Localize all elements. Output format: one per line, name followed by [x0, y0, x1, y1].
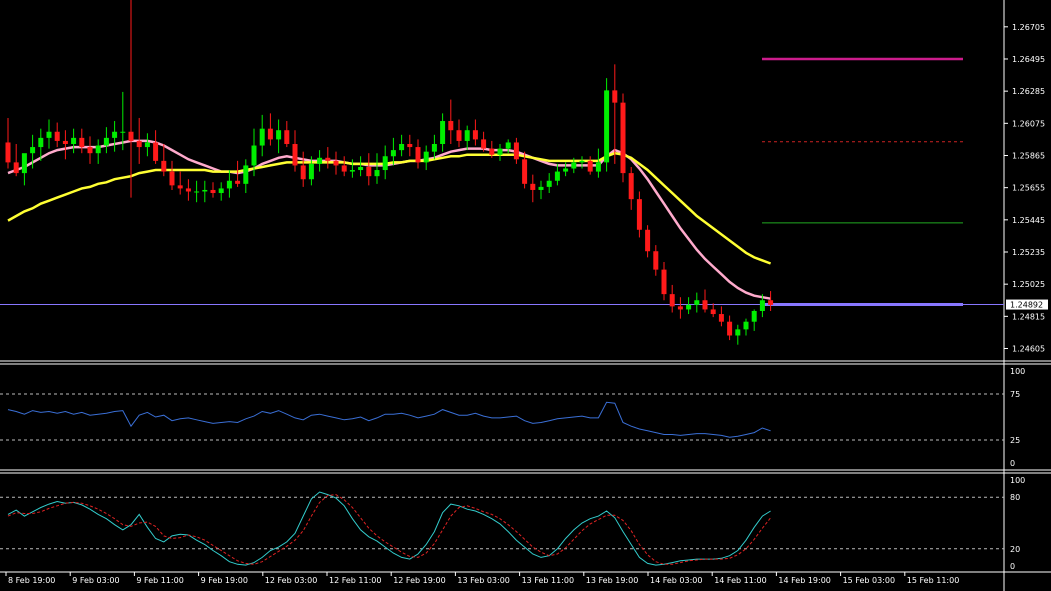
- price-tick-label: 1.25025: [1012, 280, 1045, 289]
- time-tick-label: 15 Feb 03:00: [843, 576, 895, 585]
- price-tick-label: 1.24605: [1012, 345, 1045, 354]
- current-price-label: 1.24892: [1010, 301, 1043, 310]
- price-tick-label: 1.25445: [1012, 216, 1045, 225]
- time-tick-label: 14 Feb 19:00: [778, 576, 830, 585]
- time-tick-label: 12 Feb 03:00: [265, 576, 317, 585]
- price-tick-label: 1.26495: [1012, 55, 1045, 64]
- osc1-tick-label: 0: [1010, 459, 1015, 468]
- time-tick-label: 9 Feb 11:00: [136, 576, 183, 585]
- price-tick-label: 1.25655: [1012, 184, 1045, 193]
- osc2-tick-label: 80: [1010, 493, 1020, 502]
- current-price-marker: 1.24892: [1006, 299, 1048, 310]
- time-tick-label: 13 Feb 19:00: [586, 576, 638, 585]
- chart-background: [0, 0, 1051, 591]
- time-tick-label: 14 Feb 11:00: [714, 576, 766, 585]
- time-tick-label: 12 Feb 11:00: [329, 576, 381, 585]
- price-tick-label: 1.25235: [1012, 248, 1045, 257]
- price-tick-label: 1.26075: [1012, 119, 1045, 128]
- time-tick-label: 12 Feb 19:00: [393, 576, 445, 585]
- osc2-tick-label: 100: [1010, 476, 1025, 485]
- price-tick-label: 1.25865: [1012, 151, 1045, 160]
- osc1-tick-label: 75: [1010, 390, 1020, 399]
- time-tick-label: 13 Feb 11:00: [522, 576, 574, 585]
- candle: [604, 78, 610, 172]
- time-tick-label: 8 Feb 19:00: [8, 576, 55, 585]
- time-tick-label: 15 Feb 11:00: [907, 576, 959, 585]
- time-tick-label: 13 Feb 03:00: [457, 576, 509, 585]
- osc1-tick-label: 100: [1010, 367, 1025, 376]
- time-tick-label: 9 Feb 19:00: [201, 576, 248, 585]
- candle: [620, 93, 626, 183]
- price-tick-label: 1.26705: [1012, 23, 1045, 32]
- osc2-tick-label: 0: [1010, 562, 1015, 571]
- time-tick-label: 14 Feb 03:00: [650, 576, 702, 585]
- chart-canvas[interactable]: 1.26705 1.26495 1.26285 1.26075 1.25865 1.256…: [0, 0, 1051, 591]
- price-tick-label: 1.24815: [1012, 312, 1045, 321]
- osc2-tick-label: 20: [1010, 545, 1020, 554]
- osc1-tick-label: 25: [1010, 436, 1020, 445]
- time-tick-label: 9 Feb 03:00: [72, 576, 119, 585]
- price-tick-label: 1.26285: [1012, 87, 1045, 96]
